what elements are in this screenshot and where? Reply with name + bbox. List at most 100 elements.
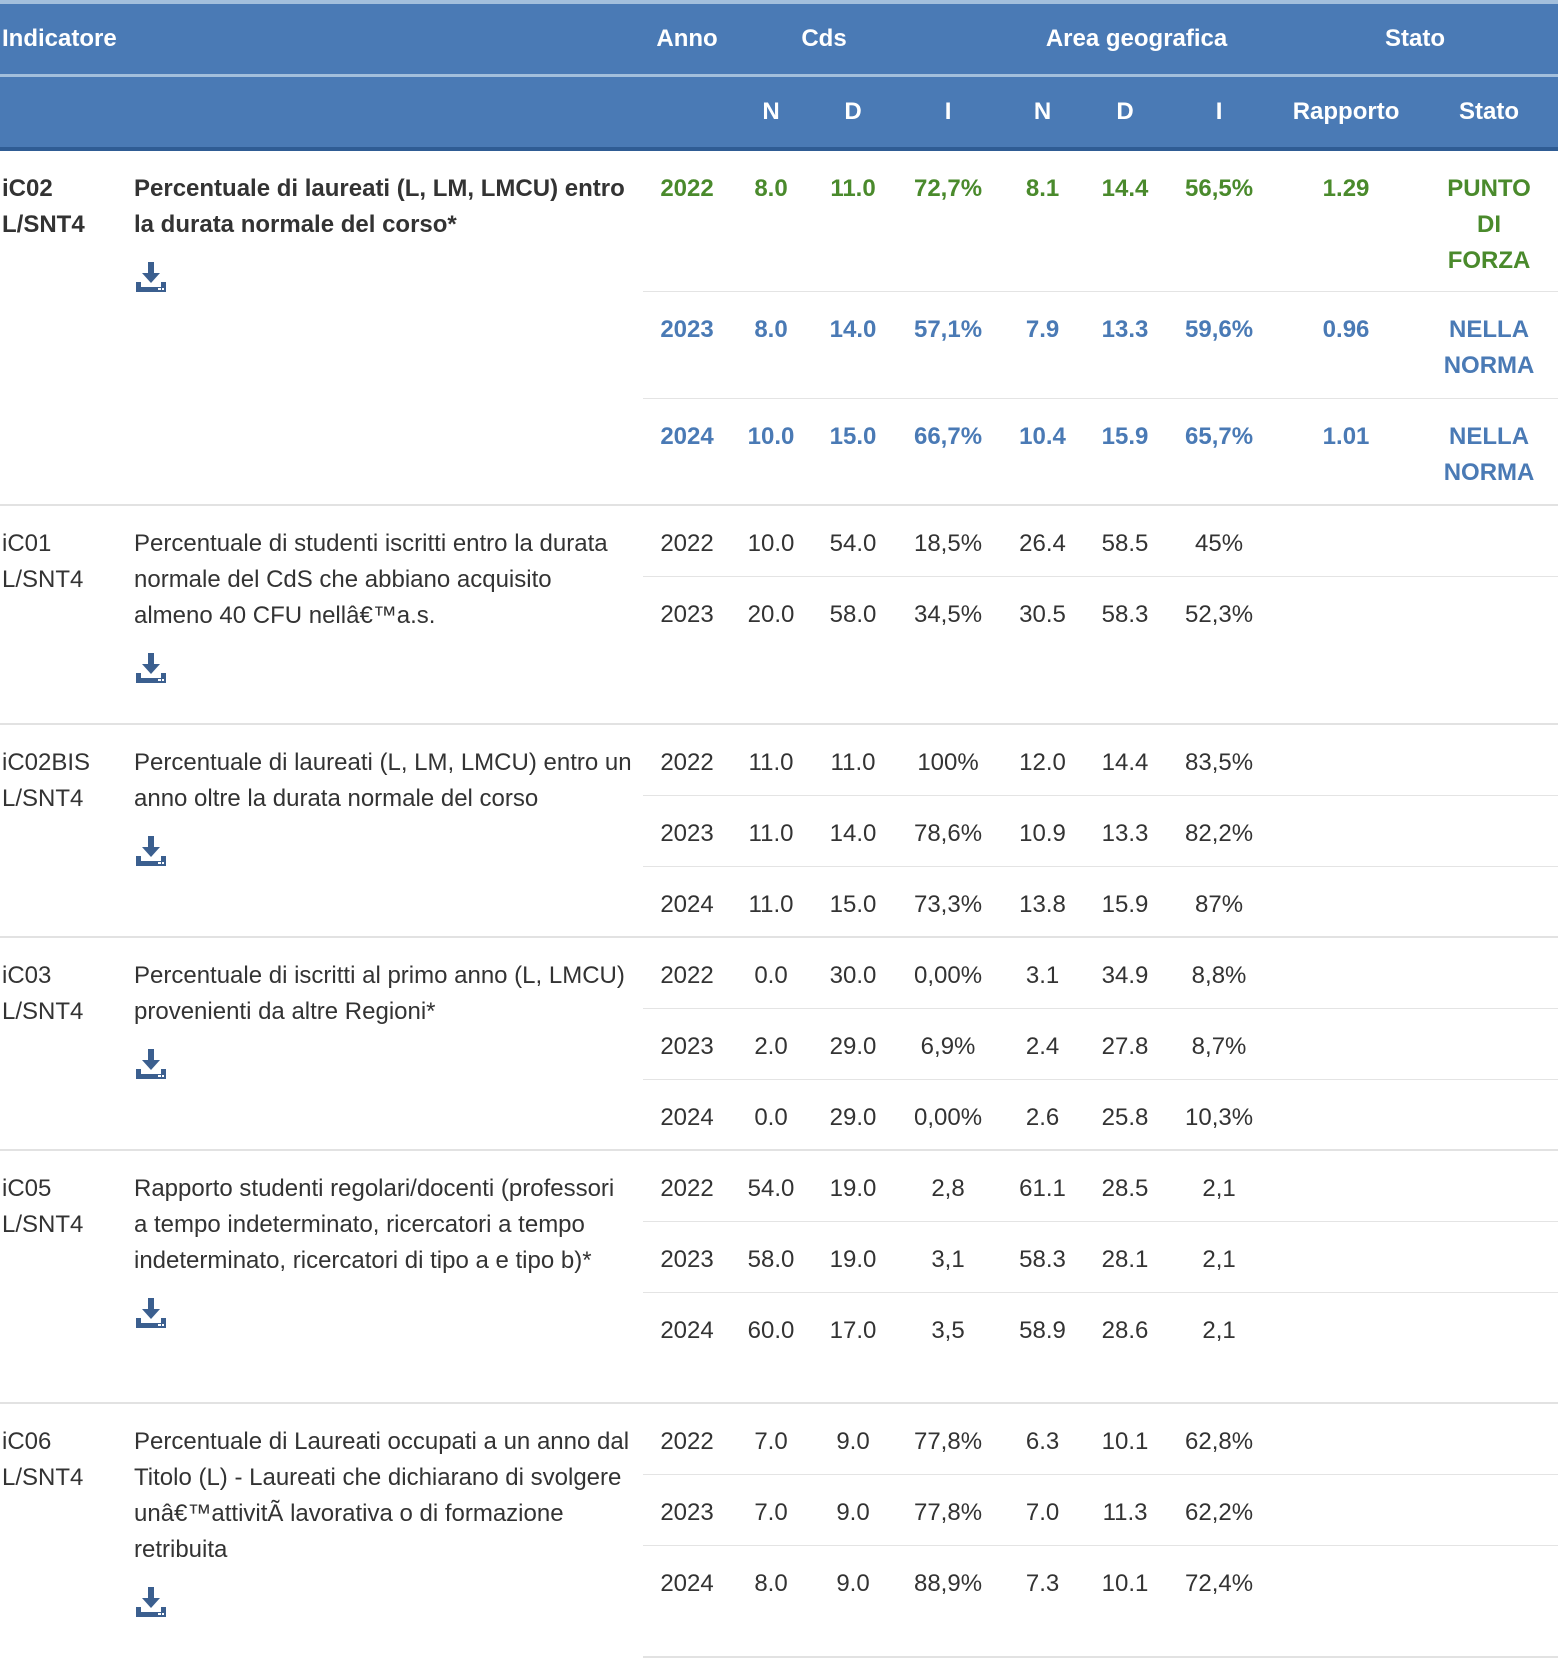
- header-rapporto: Rapporto: [1272, 75, 1421, 151]
- cell-cds-n: 11.0: [731, 794, 812, 866]
- header-cds-n: N: [731, 75, 812, 151]
- indicator-description-cell: Percentuale di Laureati occupati a un an…: [130, 1402, 644, 1657]
- cell-area-i: 45%: [1166, 504, 1273, 576]
- cell-area-d: 13.3: [1084, 794, 1167, 866]
- cell-area-n: 26.4: [1001, 504, 1085, 576]
- cell-area-n: 8.1: [1025, 175, 1060, 202]
- cell-rapporto: [1272, 1402, 1421, 1474]
- cell-area-n: 10.9: [1001, 794, 1085, 866]
- cell-cds-n: 58.0: [731, 1220, 812, 1292]
- cell-anno: 2023: [643, 575, 732, 724]
- cell-cds-d: 17.0: [811, 1291, 896, 1403]
- header-cds-d: D: [811, 75, 896, 151]
- cell-rapporto: [1272, 504, 1421, 576]
- cell-stato: [1420, 1149, 1558, 1221]
- header-anno: Anno: [643, 0, 732, 77]
- cell-anno: 2024: [643, 1544, 732, 1658]
- cell-stato: [1420, 723, 1558, 795]
- download-icon[interactable]: [134, 835, 168, 869]
- cell-area-i: 62,8%: [1166, 1402, 1273, 1474]
- cell-rapporto: 1.29: [1322, 175, 1370, 202]
- status-badge: NELLA NORMA: [1443, 315, 1535, 379]
- download-icon[interactable]: [134, 652, 168, 686]
- indicator-code: iC01 L/SNT4: [0, 504, 130, 724]
- cell-area-d: 58.5: [1084, 504, 1167, 576]
- cell-cds-i: 72,7%: [913, 175, 983, 202]
- download-icon[interactable]: [134, 1048, 168, 1082]
- status-badge: NELLA NORMA: [1443, 422, 1535, 486]
- cell-anno: 2022: [643, 1402, 732, 1474]
- cell-cds-i: 57,1%: [895, 290, 1002, 398]
- cell-anno: 2022: [643, 723, 732, 795]
- cell-area-n: 58.9: [1001, 1291, 1085, 1403]
- cell-area-d: 14.4: [1101, 175, 1149, 202]
- cell-rapporto: [1272, 1220, 1421, 1292]
- header-area-n: N: [1001, 75, 1085, 151]
- cell-area-i: 10,3%: [1166, 1078, 1273, 1150]
- cell-cds-n: 11.0: [731, 723, 812, 795]
- indicator-description-cell: Rapporto studenti regolari/docenti (prof…: [130, 1149, 644, 1403]
- cell-stato: [1420, 1544, 1558, 1658]
- table-row: iC05 L/SNT4 Rapporto studenti regolari/do…: [0, 1149, 1558, 1403]
- download-icon[interactable]: [134, 1297, 168, 1331]
- cell-stato: [1420, 936, 1558, 1008]
- cell-area-n: 10.4: [1001, 397, 1085, 505]
- indicator-description-cell: Percentuale di studenti iscritti entro l…: [130, 504, 644, 724]
- cell-cds-d: 14.0: [811, 794, 896, 866]
- cell-cds-n: 10.0: [731, 504, 812, 576]
- cell-cds-i: 2,8: [895, 1149, 1002, 1221]
- cell-anno: 2024: [643, 1078, 732, 1150]
- header-cds-i: I: [895, 75, 1002, 151]
- cell-cds-n: 10.0: [731, 397, 812, 505]
- download-icon[interactable]: [134, 261, 168, 295]
- cell-cds-i: 66,7%: [895, 397, 1002, 505]
- header-stato: Stato: [1272, 0, 1558, 77]
- cell-cds-d: 14.0: [811, 290, 896, 398]
- cell-area-d: 14.4: [1084, 723, 1167, 795]
- cell-stato: [1420, 1402, 1558, 1474]
- cell-anno: 2022: [643, 1149, 732, 1221]
- indicator-description: Percentuale di laureati (L, LM, LMCU) en…: [134, 749, 632, 812]
- cell-cds-n: 20.0: [731, 575, 812, 724]
- cell-area-d: 27.8: [1084, 1007, 1167, 1079]
- cell-area-d: 25.8: [1084, 1078, 1167, 1150]
- table-row: iC03 L/SNT4 Percentuale di iscritti al pr…: [0, 936, 1558, 1150]
- cell-rapporto: [1272, 1007, 1421, 1079]
- cell-stato: [1420, 1220, 1558, 1292]
- table-header: Indicatore Anno Cds Area geografica Stat…: [0, 0, 1558, 151]
- cell-area-i: 62,2%: [1166, 1473, 1273, 1545]
- cell-stato: [1420, 794, 1558, 866]
- cell-anno: 2022: [643, 936, 732, 1008]
- cell-rapporto: 0.96: [1272, 290, 1421, 398]
- cell-cds-n: 7.0: [731, 1473, 812, 1545]
- cell-area-i: 8,7%: [1166, 1007, 1273, 1079]
- cell-cds-d: 9.0: [811, 1473, 896, 1545]
- header-indicatore: Indicatore: [0, 0, 644, 77]
- cell-cds-d: 58.0: [811, 575, 896, 724]
- cell-rapporto: [1272, 865, 1421, 937]
- cell-area-i: 83,5%: [1166, 723, 1273, 795]
- cell-cds-i: 0,00%: [895, 936, 1002, 1008]
- indicator-description: Rapporto studenti regolari/docenti (prof…: [134, 1175, 615, 1274]
- cell-cds-d: 19.0: [811, 1149, 896, 1221]
- cell-cds-i: 77,8%: [895, 1473, 1002, 1545]
- table-row: iC02BIS L/SNT4 Percentuale di laureati (L…: [0, 723, 1558, 937]
- cell-rapporto: [1272, 575, 1421, 724]
- indicator-code: iC02BIS L/SNT4: [0, 723, 130, 937]
- cell-anno: 2022: [643, 504, 732, 576]
- indicator-description-cell: Percentuale di iscritti al primo anno (L…: [130, 936, 644, 1150]
- cell-cds-d: 15.0: [811, 397, 896, 505]
- cell-cds-i: 18,5%: [895, 504, 1002, 576]
- cell-area-d: 15.9: [1084, 397, 1167, 505]
- cell-cds-d: 30.0: [811, 936, 896, 1008]
- cell-area-i: 72,4%: [1166, 1544, 1273, 1658]
- cell-area-i: 65,7%: [1166, 397, 1273, 505]
- cell-area-n: 2.4: [1001, 1007, 1085, 1079]
- cell-anno: 2023: [643, 290, 732, 398]
- indicator-code: iC02 L/SNT4: [2, 175, 85, 238]
- cell-area-i: 59,6%: [1166, 290, 1273, 398]
- cell-anno: 2023: [643, 794, 732, 866]
- cell-stato: NELLA NORMA: [1420, 290, 1558, 398]
- download-icon[interactable]: [134, 1586, 168, 1620]
- indicator-code: iC03 L/SNT4: [0, 936, 130, 1150]
